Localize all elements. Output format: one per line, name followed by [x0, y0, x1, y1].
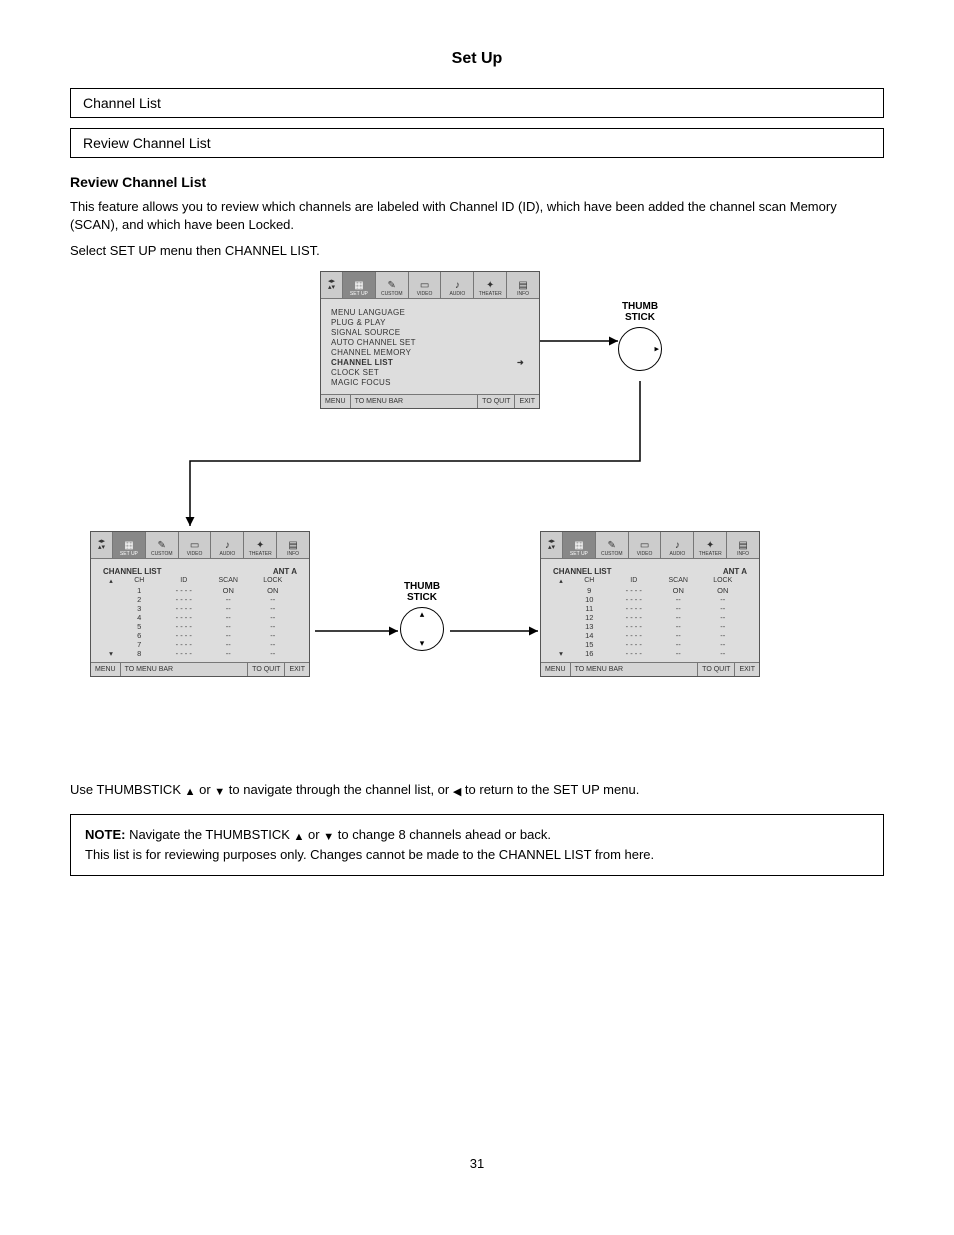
- triangle-down-icon: ▼: [214, 785, 225, 800]
- triangle-up-icon: ▴: [420, 609, 425, 620]
- tab-info: ▤INFO: [507, 272, 539, 298]
- triangle-down-icon: ▼: [323, 829, 334, 846]
- triangle-right-icon: ▸: [654, 343, 659, 354]
- menu-item: SIGNAL SOURCE: [331, 328, 529, 337]
- list-antenna: ANT A: [273, 567, 297, 576]
- list-title: CHANNEL LIST: [553, 567, 612, 576]
- nav-arrows-icon: ◂▸▴▾: [91, 532, 113, 558]
- tab-audio: ♪AUDIO: [441, 272, 474, 298]
- footer-to-menu-bar: TO MENU BAR: [121, 663, 249, 676]
- triangle-down-icon: ▾: [420, 638, 425, 649]
- table-row: 3- - - -----: [101, 604, 299, 613]
- menu-item: CLOCK SET: [331, 368, 529, 377]
- step-2: Use THUMBSTICK ▲ or ▼ to navigate throug…: [70, 781, 884, 800]
- table-row: ▾8- - - -----: [101, 649, 299, 658]
- page-number: 31: [70, 1156, 884, 1171]
- table-row: 4- - - -----: [101, 613, 299, 622]
- page-title: Set Up: [70, 50, 884, 68]
- table-row: 7- - - -----: [101, 640, 299, 649]
- section-heading-2: Review Channel List: [70, 128, 884, 158]
- menu-item: MAGIC FOCUS: [331, 378, 529, 387]
- flow-diagram: ◂▸▴▾ ▦SET UP ✎CUSTOM ▭VIDEO ♪AUDIO ✦THEA…: [70, 271, 884, 771]
- tab-theater: ✦THEATER: [694, 532, 727, 558]
- review-subhead: Review Channel List: [70, 174, 884, 190]
- tab-info: ▤INFO: [727, 532, 759, 558]
- menu-item: AUTO CHANNEL SET: [331, 338, 529, 347]
- tab-video: ▭VIDEO: [179, 532, 212, 558]
- tab-audio: ♪AUDIO: [211, 532, 244, 558]
- footer-to-menu-bar: TO MENU BAR: [351, 395, 479, 408]
- table-row: 6- - - -----: [101, 631, 299, 640]
- tab-audio: ♪AUDIO: [661, 532, 694, 558]
- tab-video: ▭VIDEO: [629, 532, 662, 558]
- tab-info: ▤INFO: [277, 532, 309, 558]
- footer-exit: EXIT: [515, 395, 539, 408]
- intro-text: This feature allows you to review which …: [70, 198, 884, 234]
- scroll-up-icon: ▴: [105, 577, 117, 585]
- osd-channel-list-1: ◂▸▴▾ ▦SET UP ✎CUSTOM ▭VIDEO ♪AUDIO ✦THEA…: [90, 531, 310, 677]
- tab-custom: ✎CUSTOM: [146, 532, 179, 558]
- table-row: 10- - - -----: [551, 595, 749, 604]
- tab-setup: ▦SET UP: [343, 272, 376, 298]
- table-row: 11- - - -----: [551, 604, 749, 613]
- list-title: CHANNEL LIST: [103, 567, 162, 576]
- nav-arrows-icon: ◂▸▴▾: [321, 272, 343, 298]
- table-row: 5- - - -----: [101, 622, 299, 631]
- osd-channel-list-2: ◂▸▴▾ ▦SET UP ✎CUSTOM ▭VIDEO ♪AUDIO ✦THEA…: [540, 531, 760, 677]
- menu-item: CHANNEL MEMORY: [331, 348, 529, 357]
- scroll-up-icon: ▴: [555, 577, 567, 585]
- table-row: 13- - - -----: [551, 622, 749, 631]
- list-antenna: ANT A: [723, 567, 747, 576]
- tab-video: ▭VIDEO: [409, 272, 442, 298]
- table-row: 14- - - -----: [551, 631, 749, 640]
- section-heading-1: Channel List: [70, 88, 884, 118]
- step-1: Select SET UP menu then CHANNEL LIST.: [70, 242, 884, 260]
- thumbstick-right: THUMB STICK ▸: [618, 301, 662, 371]
- footer-to-menu-bar: TO MENU BAR: [571, 663, 699, 676]
- triangle-up-icon: ▲: [185, 785, 196, 800]
- tab-theater: ✦THEATER: [244, 532, 277, 558]
- footer-to-quit: TO QUIT: [698, 663, 735, 676]
- nav-arrows-icon: ◂▸▴▾: [541, 532, 563, 558]
- footer-menu: MENU: [541, 663, 571, 676]
- footer-menu: MENU: [321, 395, 351, 408]
- osd-setup-menu: ◂▸▴▾ ▦SET UP ✎CUSTOM ▭VIDEO ♪AUDIO ✦THEA…: [320, 271, 540, 409]
- tab-custom: ✎CUSTOM: [596, 532, 629, 558]
- table-row: 15- - - -----: [551, 640, 749, 649]
- menu-item: PLUG & PLAY: [331, 318, 529, 327]
- table-row: ▾16- - - -----: [551, 649, 749, 658]
- tab-setup: ▦SET UP: [563, 532, 596, 558]
- triangle-up-icon: ▲: [294, 829, 305, 846]
- footer-exit: EXIT: [285, 663, 309, 676]
- thumbstick-updown: THUMB STICK ▴ ▾: [400, 581, 444, 651]
- table-row: 2- - - -----: [101, 595, 299, 604]
- tab-custom: ✎CUSTOM: [376, 272, 409, 298]
- footer-menu: MENU: [91, 663, 121, 676]
- menu-item: CHANNEL LIST➜: [331, 358, 529, 367]
- menu-item: MENU LANGUAGE: [331, 308, 529, 317]
- table-row: 9- - - -ONON: [551, 586, 749, 595]
- footer-to-quit: TO QUIT: [478, 395, 515, 408]
- footer-to-quit: TO QUIT: [248, 663, 285, 676]
- tab-setup: ▦SET UP: [113, 532, 146, 558]
- tab-theater: ✦THEATER: [474, 272, 507, 298]
- footer-exit: EXIT: [735, 663, 759, 676]
- note-box: NOTE: Navigate the THUMBSTICK ▲ or ▼ to …: [70, 814, 884, 876]
- table-row: 1- - - -ONON: [101, 586, 299, 595]
- table-row: 12- - - -----: [551, 613, 749, 622]
